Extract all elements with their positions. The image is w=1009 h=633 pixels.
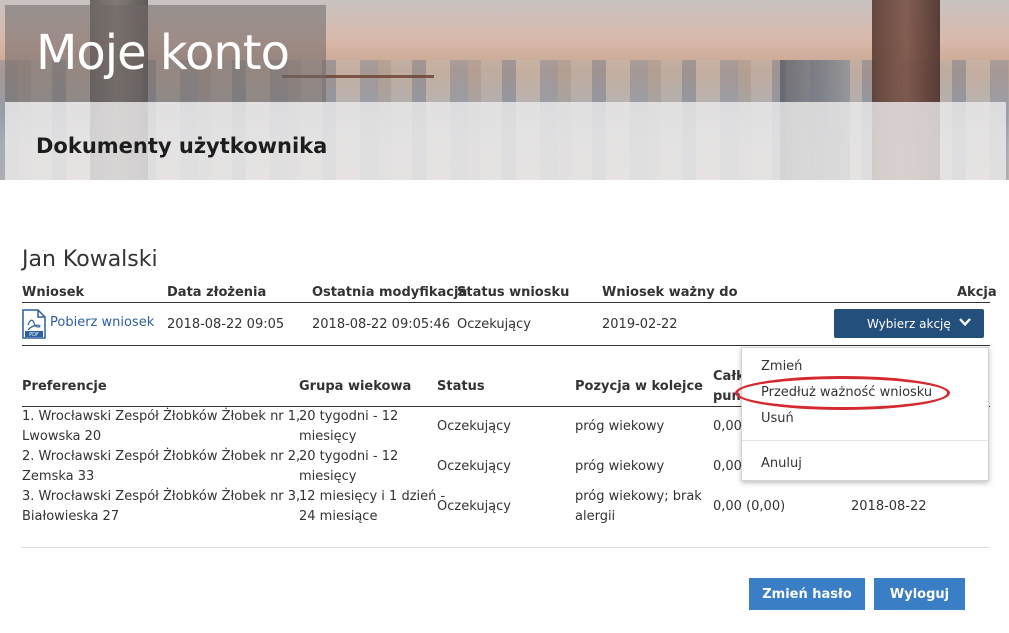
download-application-link[interactable]: Pobierz wniosek xyxy=(50,315,154,330)
queue-position: próg wiekowy; brak xyxy=(575,489,702,504)
preference-address: Zemska 33 xyxy=(22,469,95,484)
menu-item-change[interactable]: Zmień xyxy=(761,359,802,374)
points: 0,00 xyxy=(713,459,742,474)
column-header-pref-status: Status xyxy=(437,379,485,394)
table-header-divider xyxy=(22,302,990,303)
preferences-bottom-divider xyxy=(22,547,990,548)
preference-name: 2. Wrocławski Zespół Żłobków Żłobek nr 2… xyxy=(22,449,301,464)
age-group-cont: 24 miesiące xyxy=(299,509,378,524)
column-header-submitted: Data złożenia xyxy=(167,285,267,300)
points: 0,00 xyxy=(713,419,742,434)
chevron-down-icon xyxy=(959,318,971,327)
column-header-preferences: Preferencje xyxy=(22,379,107,394)
choose-action-label: Wybierz akcję xyxy=(867,316,951,331)
preference-name: 3. Wrocławski Zespół Żłobków Żłobek nr 3… xyxy=(22,489,301,504)
queue-position: próg wiekowy xyxy=(575,459,665,474)
table-row-divider xyxy=(22,345,990,346)
age-group: 20 tygodni - 12 xyxy=(299,409,399,424)
modified-date: 2018-08-22 09:05:46 xyxy=(312,317,451,332)
preference-address: Lwowska 20 xyxy=(22,429,102,444)
page-subtitle: Dokumenty użytkownika xyxy=(36,134,328,158)
choose-action-button[interactable]: Wybierz akcję xyxy=(834,309,984,338)
menu-item-extend-validity[interactable]: Przedłuż ważność wniosku xyxy=(761,385,932,400)
change-password-button[interactable]: Zmień hasło xyxy=(749,578,865,610)
column-header-valid-until: Wniosek ważny do xyxy=(602,285,738,300)
preference-address: Białowieska 27 xyxy=(22,509,120,524)
column-header-modified: Ostatnia modyfikacja xyxy=(312,285,468,300)
preference-status: Oczekujący xyxy=(437,459,511,474)
age-group: 20 tygodni - 12 xyxy=(299,449,399,464)
age-group-cont: miesięcy xyxy=(299,469,357,484)
preference-status: Oczekujący xyxy=(437,419,511,434)
column-header-action: Akcja xyxy=(957,285,997,300)
logout-button[interactable]: Wyloguj xyxy=(874,578,965,610)
age-group: 12 miesięcy i 1 dzień - xyxy=(299,489,446,504)
menu-item-cancel[interactable]: Anuluj xyxy=(761,456,802,471)
preference-name: 1. Wrocławski Zespół Żłobków Żłobek nr 1… xyxy=(22,409,301,424)
queue-position-cont: alergii xyxy=(575,509,616,524)
user-name: Jan Kowalski xyxy=(22,247,158,272)
age-group-cont: miesięcy xyxy=(299,429,357,444)
preference-date: 2018-08-22 xyxy=(851,499,927,514)
preference-status: Oczekujący xyxy=(437,499,511,514)
svg-text:PDF: PDF xyxy=(29,332,39,338)
action-dropdown-menu: Zmień Przedłuż ważność wniosku Usuń Anul… xyxy=(741,347,989,481)
page-title: Moje konto xyxy=(36,25,290,81)
column-header-status: Status wniosku xyxy=(457,285,570,300)
pdf-file-icon[interactable]: PDF xyxy=(22,309,46,339)
valid-until-date: 2019-02-22 xyxy=(602,317,678,332)
queue-position: próg wiekowy xyxy=(575,419,665,434)
points: 0,00 (0,00) xyxy=(713,499,786,514)
application-status: Oczekujący xyxy=(457,317,531,332)
column-header-age-group: Grupa wiekowa xyxy=(299,379,412,394)
menu-item-delete[interactable]: Usuń xyxy=(761,411,794,426)
column-header-application: Wniosek xyxy=(22,285,85,300)
menu-divider xyxy=(742,440,988,441)
submitted-date: 2018-08-22 09:05 xyxy=(167,317,285,332)
column-header-queue-position: Pozycja w kolejce xyxy=(575,379,703,394)
